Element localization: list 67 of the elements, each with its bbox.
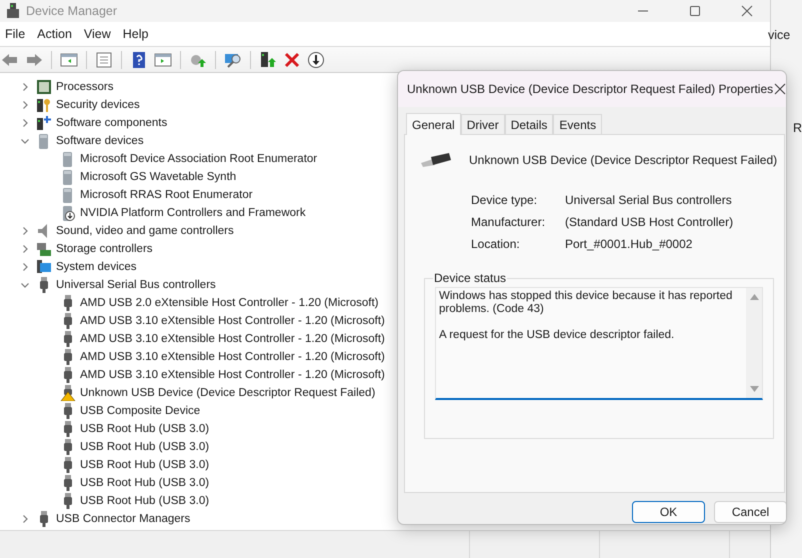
key-icon: [36, 97, 52, 113]
close-icon[interactable]: [740, 5, 753, 17]
tree-item[interactable]: AMD USB 3.10 eXtensible Host Controller - 1.20 (Microsoft): [80, 333, 385, 345]
tree-item[interactable]: AMD USB 2.0 eXtensible Host Controller - 1.20 (Microsoft): [80, 297, 378, 309]
expander-icon[interactable]: [20, 514, 30, 524]
tree-item[interactable]: USB Composite Device: [80, 405, 200, 417]
usb-cable-icon: [421, 153, 451, 167]
properties-icon[interactable]: [95, 50, 113, 68]
tree-item[interactable]: USB Root Hub (USB 3.0): [80, 495, 210, 507]
property-value: Universal Serial Bus controllers: [565, 193, 733, 207]
window-text: R: [792, 121, 802, 135]
close-icon[interactable]: [774, 83, 786, 95]
help-icon[interactable]: [130, 50, 148, 68]
tree-item[interactable]: Processors: [56, 81, 114, 93]
tree-item[interactable]: System devices: [56, 261, 137, 273]
dialog-title: Unknown USB Device (Device Descriptor Request Failed) Properties: [407, 82, 774, 96]
tree-item[interactable]: Microsoft RRAS Root Enumerator: [80, 189, 253, 201]
tree-item[interactable]: AMD USB 3.10 eXtensible Host Controller - 1.20 (Microsoft): [80, 369, 385, 381]
device-name: Unknown USB Device (Device Descriptor Request Failed): [469, 153, 778, 167]
status-text-box[interactable]: Windows has stopped this device because it has reported problems. (Code 43) A request for the USB device descriptor failed.: [435, 287, 763, 400]
tree-item[interactable]: NVIDIA Platform Controllers and Framework: [80, 207, 306, 219]
menu-item[interactable]: Action: [34, 27, 81, 41]
property-value: (Standard USB Host Controller): [565, 215, 734, 229]
tree-item[interactable]: Storage controllers: [56, 243, 153, 255]
tree-item[interactable]: Security devices: [56, 99, 140, 111]
tree-item[interactable]: Microsoft Device Association Root Enumerator: [80, 153, 318, 165]
menu-item[interactable]: File: [2, 27, 34, 41]
panel-icon[interactable]: [60, 50, 78, 68]
tree-item[interactable]: Software devices: [56, 135, 144, 147]
chip-icon: [36, 79, 52, 95]
group-label: Device status: [433, 271, 508, 285]
tree-item[interactable]: AMD USB 3.10 eXtensible Host Controller - 1.20 (Microsoft): [80, 351, 385, 363]
download-icon[interactable]: [307, 50, 325, 68]
window-text: vice: [768, 28, 792, 42]
tree-item[interactable]: USB Root Hub (USB 3.0): [80, 459, 210, 471]
tree-item[interactable]: USB Connector Managers: [56, 513, 190, 525]
tree-item[interactable]: Universal Serial Bus controllers: [56, 279, 216, 291]
tab[interactable]: Driver: [460, 114, 505, 134]
window-title: Device Manager: [26, 4, 118, 18]
property-label: Location:: [471, 237, 521, 251]
tree-item[interactable]: USB Root Hub (USB 3.0): [80, 441, 210, 453]
tree-item[interactable]: USB Root Hub (USB 3.0): [80, 423, 210, 435]
storage-icon: [36, 241, 52, 257]
dialog-button[interactable]: Cancel: [714, 501, 786, 523]
maximize-icon[interactable]: [688, 5, 701, 17]
menu-item[interactable]: View: [80, 27, 120, 41]
panel-icon[interactable]: [154, 50, 172, 68]
tree-item[interactable]: Unknown USB Device (Device Descriptor Request Failed): [80, 387, 376, 399]
tree-item[interactable]: Software components: [56, 117, 168, 129]
property-value: Port_#0001.Hub_#0002: [565, 237, 694, 251]
menu-item[interactable]: Help: [120, 27, 158, 41]
enable-device-icon[interactable]: [259, 50, 277, 68]
property-label: Manufacturer:: [471, 215, 546, 229]
tree-item[interactable]: Microsoft GS Wavetable Synth: [80, 171, 236, 183]
tree-item[interactable]: USB Root Hub (USB 3.0): [80, 477, 210, 489]
uninstall-icon[interactable]: [283, 50, 301, 68]
tree-item[interactable]: Sound, video and game controllers: [56, 225, 234, 237]
tree-item[interactable]: AMD USB 3.10 eXtensible Host Controller - 1.20 (Microsoft): [80, 315, 385, 327]
tab[interactable]: General: [406, 113, 461, 135]
tab[interactable]: Events: [553, 114, 602, 134]
app-icon: [6, 3, 20, 19]
monitor-icon: [36, 259, 52, 275]
property-label: Device type:: [471, 193, 538, 207]
tab[interactable]: Details: [504, 114, 554, 134]
scroll-up-icon[interactable]: [750, 294, 758, 300]
scroll-down-icon[interactable]: [750, 386, 758, 392]
dialog-button[interactable]: OK: [632, 501, 705, 523]
